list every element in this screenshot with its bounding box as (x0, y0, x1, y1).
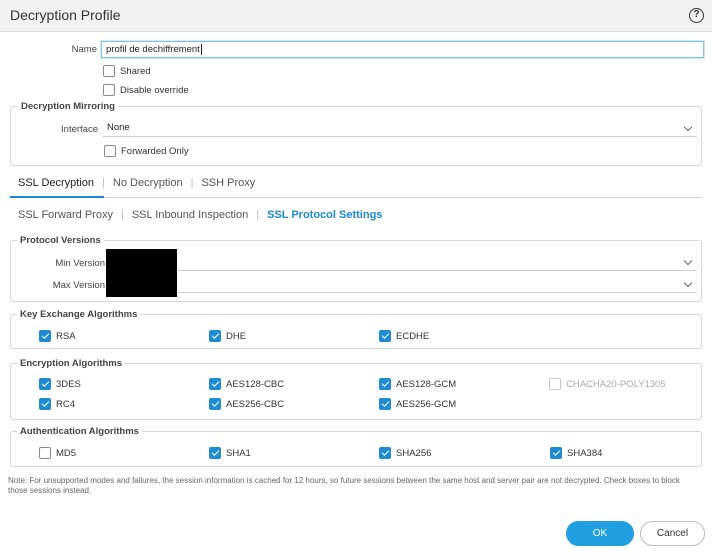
forwarded-only-checkbox-box[interactable] (104, 145, 116, 157)
chevron-down-icon (683, 122, 693, 132)
ok-button[interactable]: OK (566, 521, 634, 546)
sha384-checkbox-box[interactable] (550, 447, 562, 459)
dialog-title: Decryption Profile (10, 7, 121, 23)
aes256-gcm-label: AES256-GCM (396, 398, 457, 410)
tab-ssl-forward-proxy[interactable]: SSL Forward Proxy (18, 209, 113, 221)
interface-label: Interface (61, 124, 98, 135)
tab-ssl-protocol-settings[interactable]: SSL Protocol Settings (267, 209, 382, 221)
help-icon[interactable]: ? (689, 8, 704, 23)
shared-checkbox[interactable]: Shared (103, 65, 151, 77)
cancel-button[interactable]: Cancel (640, 521, 705, 546)
sha384-label: SHA384 (567, 447, 603, 459)
chacha20-poly1305-checkbox-box[interactable] (549, 378, 561, 390)
aes128-gcm-checkbox-box[interactable] (379, 378, 391, 390)
aes128-cbc-checkbox[interactable]: AES128-CBC (209, 378, 284, 390)
md5-checkbox[interactable]: MD5 (39, 447, 76, 459)
chacha20-poly1305-checkbox[interactable]: CHACHA20-POLY1305 (549, 378, 666, 390)
sha1-checkbox-box[interactable] (209, 447, 221, 459)
md5-checkbox-box[interactable] (39, 447, 51, 459)
aes256-gcm-checkbox-box[interactable] (379, 398, 391, 410)
encryption-title: Encryption Algorithms (17, 358, 126, 369)
md5-label: MD5 (56, 447, 77, 459)
dialog-titlebar: Decryption Profile ? (0, 0, 712, 32)
name-label: Name (71, 44, 97, 55)
tab-ssl-inbound-inspection[interactable]: SSL Inbound Inspection (132, 209, 248, 221)
aes256-cbc-checkbox[interactable]: AES256-CBC (209, 398, 284, 410)
rsa-label: RSA (56, 330, 76, 342)
aes128-gcm-label: AES128-GCM (396, 378, 457, 390)
main-tabs: SSL Decryption | No Decryption | SSH Pro… (18, 177, 256, 189)
tab-no-decryption[interactable]: No Decryption (113, 177, 183, 189)
disable-override-checkbox[interactable]: Disable override (103, 84, 189, 96)
name-input[interactable]: profil de dechiffrement (101, 41, 704, 58)
ecdhe-label: ECDHE (396, 330, 430, 342)
authentication-title: Authentication Algorithms (17, 426, 142, 437)
chevron-down-icon (683, 278, 693, 288)
interface-select[interactable]: None (103, 121, 697, 137)
aes256-cbc-label: AES256-CBC (226, 398, 285, 410)
rc4-label: RC4 (56, 398, 76, 410)
redaction-block (106, 249, 177, 297)
rsa-checkbox-box[interactable] (39, 330, 51, 342)
interface-value: None (107, 122, 130, 133)
decryption-mirroring-title: Decryption Mirroring (18, 101, 118, 112)
aes256-gcm-checkbox[interactable]: AES256-GCM (379, 398, 456, 410)
ecdhe-checkbox-box[interactable] (379, 330, 391, 342)
tab-ssh-proxy[interactable]: SSH Proxy (201, 177, 255, 189)
shared-checkbox-box[interactable] (103, 65, 115, 77)
aes128-cbc-label: AES128-CBC (226, 378, 285, 390)
3des-checkbox-box[interactable] (39, 378, 51, 390)
ecdhe-checkbox[interactable]: ECDHE (379, 330, 429, 342)
tab-ssl-decryption[interactable]: SSL Decryption (18, 177, 94, 189)
min-version-select[interactable] (107, 255, 697, 271)
sub-tabs: SSL Forward Proxy | SSL Inbound Inspecti… (18, 209, 383, 221)
active-tab-indicator (10, 196, 104, 198)
forwarded-only-label: Forwarded Only (121, 145, 189, 157)
max-version-label: Max Version (52, 280, 105, 291)
aes128-gcm-checkbox[interactable]: AES128-GCM (379, 378, 456, 390)
aes256-cbc-checkbox-box[interactable] (209, 398, 221, 410)
disable-override-checkbox-box[interactable] (103, 84, 115, 96)
rc4-checkbox[interactable]: RC4 (39, 398, 75, 410)
key-exchange-title: Key Exchange Algorithms (17, 309, 141, 320)
rsa-checkbox[interactable]: RSA (39, 330, 76, 342)
chacha20-poly1305-label: CHACHA20-POLY1305 (566, 378, 666, 390)
forwarded-only-checkbox[interactable]: Forwarded Only (104, 145, 189, 157)
rc4-checkbox-box[interactable] (39, 398, 51, 410)
sha256-checkbox-box[interactable] (379, 447, 391, 459)
protocol-versions-title: Protocol Versions (17, 235, 104, 246)
shared-label: Shared (120, 65, 151, 77)
aes128-cbc-checkbox-box[interactable] (209, 378, 221, 390)
disable-override-label: Disable override (120, 84, 189, 96)
3des-label: 3DES (56, 378, 81, 390)
name-value: profil de dechiffrement (106, 44, 200, 55)
dhe-label: DHE (226, 330, 247, 342)
sha256-checkbox[interactable]: SHA256 (379, 447, 431, 459)
tab-divider (10, 197, 702, 198)
dhe-checkbox[interactable]: DHE (209, 330, 246, 342)
sha1-label: SHA1 (226, 447, 251, 459)
sha256-label: SHA256 (396, 447, 432, 459)
chevron-down-icon (683, 256, 693, 266)
sha1-checkbox[interactable]: SHA1 (209, 447, 251, 459)
3des-checkbox[interactable]: 3DES (39, 378, 81, 390)
max-version-select[interactable] (107, 277, 697, 293)
min-version-label: Min Version (55, 258, 105, 269)
encryption-group (10, 363, 702, 420)
footnote: Note: For unsupported modes and failures… (8, 476, 680, 495)
dhe-checkbox-box[interactable] (209, 330, 221, 342)
sha384-checkbox[interactable]: SHA384 (550, 447, 602, 459)
